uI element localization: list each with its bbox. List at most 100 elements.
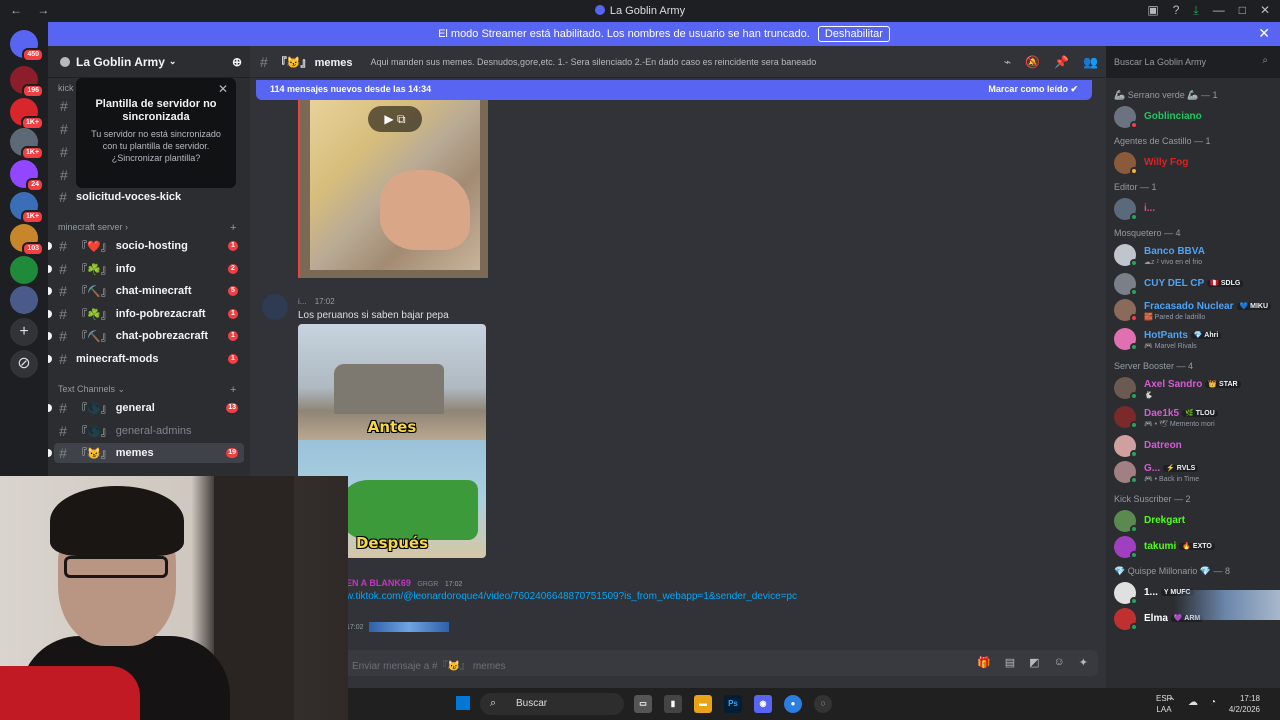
app-icon[interactable]: ▮ [664,695,682,713]
channel-general-admins[interactable]: # 『🌑』 general-admins [54,421,244,441]
sticker-icon[interactable]: ◩ [1029,656,1039,669]
search-placeholder: Buscar La Goblin Army [1114,57,1207,67]
channel-emoji: 『😼』 [275,56,312,69]
members-icon[interactable]: 👥 [1083,55,1098,69]
message-author[interactable]: EN A BLANK69 [346,578,411,588]
server-icon[interactable]: 450 [10,30,44,62]
member-item[interactable]: i... [1114,196,1280,221]
lang-bottom: LAA [1156,705,1172,714]
discover-icon[interactable]: ⊘ [10,350,38,378]
language-indicator[interactable]: ESP LAA [1156,693,1172,715]
gif-icon[interactable]: ▤ [1005,656,1015,669]
video-thumbnail-hand [380,170,470,250]
category-minecraft-server[interactable]: minecraft server › + [58,222,236,234]
start-icon[interactable] [456,696,470,710]
new-messages-bar[interactable]: 114 mensajes nuevos desde las 14:34 Marc… [256,80,1092,100]
add-member-icon[interactable]: ⊕ [232,55,242,69]
video-attachment[interactable]: ▶ ⧉ [298,100,488,278]
message-link[interactable]: w.tiktok.com/@leonardoroque4/video/76024… [346,591,797,602]
mention-badge: 450 [22,48,44,62]
server-icon[interactable]: 1K+ [10,98,44,130]
template-sync-popup[interactable]: ✕ Plantilla de servidor no sincronizada … [76,78,236,188]
message-input[interactable]: Enviar mensaje a #『😼』 memes [258,650,1098,676]
inbox-icon[interactable]: ▣ [1147,3,1158,18]
member-item[interactable]: Drekgart [1114,508,1280,533]
unread-count-badge: 5 [228,286,238,297]
member-item[interactable]: Axel Sandro 👑 STAR 🐇 [1114,375,1280,401]
banner-close-icon[interactable]: ✕ [1258,25,1270,42]
channel-memes[interactable]: # 『😼』 memes 19 [48,443,244,464]
threads-icon[interactable]: ⌁ [1004,55,1011,69]
mark-as-read-button[interactable]: Marcar como leído ✔ [988,84,1078,95]
channel-socio-hosting[interactable]: # 『❤️』 socio-hosting 1 [48,236,244,256]
member-item[interactable]: takumi 🔥 EXTO [1114,534,1280,559]
server-header[interactable]: La Goblin Army ⌄ ⊕ [48,46,250,78]
popup-title: Plantilla de servidor no sincronizada [95,98,217,123]
server-icon[interactable] [10,256,38,284]
clock[interactable]: 17:18 4/2/2026 [1229,693,1260,715]
app-icon[interactable]: ◌ [814,695,832,713]
photoshop-icon[interactable]: Ps [724,695,742,713]
notifications-icon[interactable]: 🔕 [1025,55,1040,69]
pinned-icon[interactable]: 📌 [1054,55,1069,69]
task-view-icon[interactable]: ▭ [634,695,652,713]
server-icon[interactable]: 196 [10,66,44,98]
add-channel-icon[interactable]: + [230,222,236,234]
member-item[interactable]: Goblinciano [1114,104,1280,129]
status-indicator [1130,314,1138,322]
category-kick[interactable]: kick [58,83,74,93]
taskbar-search[interactable]: ⌕ Buscar [480,693,624,715]
channel-general[interactable]: # 『🌑』 general 13 [48,398,244,418]
channel-minecraft-mods[interactable]: # minecraft-mods 1 [48,349,244,369]
server-icon[interactable]: 1K+ [10,128,44,160]
popup-close-icon[interactable]: ✕ [218,82,228,96]
message-list[interactable]: 114 mensajes nuevos desde las 14:34 Marc… [250,78,1106,644]
avatar[interactable] [262,294,288,320]
disable-streamer-button[interactable]: Deshabilitar [817,26,890,42]
server-icon[interactable]: 24 [10,160,44,192]
search-input[interactable]: Buscar La Goblin Army ⌕ [1108,52,1274,72]
profile-banner [1174,590,1280,620]
download-icon[interactable]: ⤓ [1193,3,1198,18]
member-item[interactable]: Datreon [1114,433,1280,458]
image-attachment[interactable] [369,622,450,632]
add-server-icon[interactable]: + [10,318,38,346]
channel-emoji: 『🌑』 [76,425,112,438]
onedrive-icon[interactable]: ☁ [1188,697,1198,708]
member-item[interactable]: G... ⚡ RVLS 🎮 • Back in Time [1114,459,1280,485]
server-icon[interactable]: 1K+ [10,192,44,224]
minimize-icon[interactable]: — [1213,3,1225,18]
message-author[interactable]: i... [298,297,306,306]
emoji-icon[interactable]: ☺ [1054,656,1065,669]
discord-icon[interactable]: ◉ [754,695,772,713]
play-icon[interactable]: ▶ ⧉ [368,106,422,132]
member-item[interactable]: Fracasado Nuclear 💙 MIKU 🧱 Pared de ladril… [1114,297,1280,323]
member-item[interactable]: Banco BBVA ☁z ᶻ vivo en el frio [1114,242,1280,268]
member-item[interactable]: Willy Fog [1114,150,1280,175]
help-icon[interactable]: ? [1173,3,1180,18]
member-item[interactable]: HotPants 💎 Ahri 🎮 Marvel Rivals [1114,326,1280,352]
channel-chat-minecraft[interactable]: # 『⛏️』 chat-minecraft 5 [48,281,244,301]
channel-topic[interactable]: Aqui manden sus memes. Desnudos,gore,etc… [370,57,816,67]
chrome-icon[interactable]: ● [784,695,802,713]
maximize-icon[interactable]: □ [1239,3,1246,18]
member-item[interactable]: Dae1k5 🌿 TLOU 🎮 • 🕊 Memento mori [1114,404,1280,430]
server-icon[interactable]: 103 [10,224,44,256]
hash-icon: # [260,53,268,70]
add-channel-icon[interactable]: + [230,384,236,396]
close-icon[interactable]: ✕ [1260,3,1270,18]
category-text-channels[interactable]: Text Channels ⌄ + [58,384,236,396]
apps-icon[interactable]: ✦ [1079,656,1088,669]
member-name-text: G... [1144,463,1161,474]
gift-icon[interactable]: 🎁 [977,656,991,669]
server-icon[interactable] [10,286,38,314]
wifi-icon[interactable]: ◔ [1210,697,1216,708]
channel-info-pobrezacraft[interactable]: # 『☘️』 info-pobrezacraft 1 [48,304,244,324]
channel-chat-pobrezacraft[interactable]: # 『⛏️』 chat-pobrezacraft 1 [48,326,244,346]
channel-info[interactable]: # 『☘️』 info 2 [48,259,244,279]
file-explorer-icon[interactable]: ▬ [694,695,712,713]
status-indicator [1130,551,1138,559]
member-item[interactable]: CUY DEL CP 🇵🇪 SDLG [1114,271,1280,296]
channel-solicitud-voces-kick[interactable]: # solicitud-voces-kick [54,187,244,207]
window-title-text: La Goblin Army [609,5,686,17]
